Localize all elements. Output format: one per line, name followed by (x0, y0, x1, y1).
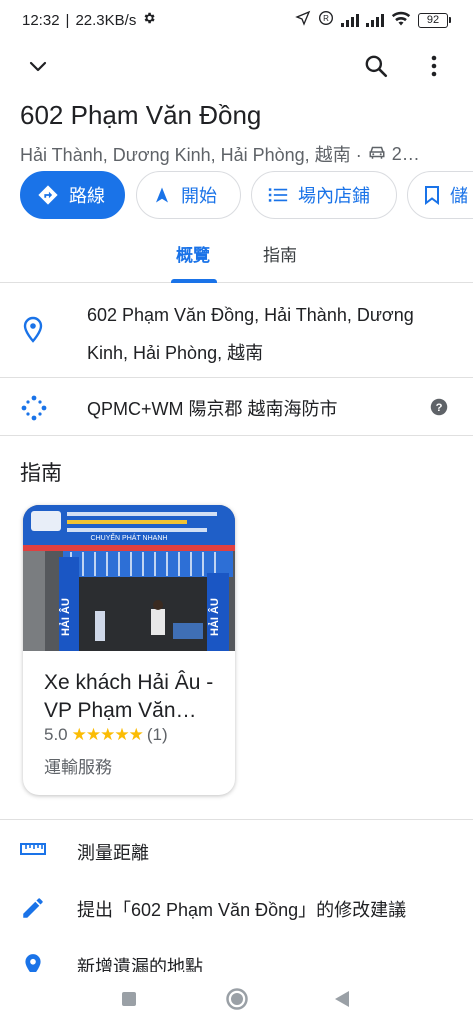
system-nav-bar (0, 972, 473, 1024)
suggest-edit-label: 提出「602 Phạm Văn Đồng」的修改建議 (77, 900, 407, 920)
place-locality: Hải Thành, Dương Kinh, Hải Phòng, 越南 · (20, 145, 362, 165)
home-circle-icon[interactable] (222, 984, 252, 1014)
pencil-icon (20, 895, 46, 926)
storefront-photo: CHUYỂN PHÁT NHANH HẢI ÂU HẢI ÂU (23, 505, 235, 651)
wifi-icon (391, 10, 411, 30)
place-subtitle: Hải Thành, Dương Kinh, Hải Phòng, 越南 · 2… (20, 141, 420, 167)
card-rating: 5.0 ★★★★★ (1) (44, 725, 168, 745)
directions-button[interactable]: 路線 (20, 171, 125, 219)
battery-icon: 92 (418, 12, 451, 28)
list-icon (268, 188, 288, 202)
plus-code-icon (20, 394, 48, 427)
signal-hd-icon (366, 13, 384, 27)
card-category: 運輸服務 (44, 758, 112, 777)
section-divider (0, 819, 473, 820)
status-time: 12:32 (22, 11, 60, 29)
tab-bar: 概覽 指南 (0, 227, 473, 283)
save-button[interactable]: 儲 (407, 171, 473, 219)
signal-icon (341, 13, 359, 27)
plus-code-row[interactable]: QPMC+WM 陽京郡 越南海防市 ? (0, 378, 473, 436)
directory-button[interactable]: 場內店鋪 (251, 171, 397, 219)
navigation-arrow-icon (156, 187, 168, 203)
address-row[interactable]: 602 Phạm Văn Đồng, Hải Thành, Dương Kinh… (0, 284, 473, 378)
registered-icon: R (318, 10, 334, 30)
recents-square-icon[interactable] (114, 984, 144, 1014)
bookmark-icon (425, 186, 439, 205)
rating-stars: ★★★★★ (71, 725, 144, 744)
more-options-icon[interactable] (414, 46, 454, 86)
guide-card[interactable]: CHUYỂN PHÁT NHANH HẢI ÂU HẢI ÂU Xe khách… (23, 505, 235, 795)
directory-label: 場內店鋪 (298, 186, 370, 206)
banner-text: CHUYỂN PHÁT NHANH (91, 533, 168, 542)
status-bar: 12:32 | 22.3KB/s R 92 (0, 0, 473, 40)
collapse-chevron-down-icon[interactable] (18, 46, 58, 86)
active-tab-indicator (171, 279, 217, 283)
tab-guide[interactable]: 指南 (263, 241, 297, 266)
status-speed: 22.3KB/s (75, 11, 137, 29)
suggest-edit-row[interactable]: 提出「602 Phạm Văn Đồng」的修改建議 (0, 879, 473, 935)
start-button[interactable]: 開始 (136, 171, 241, 219)
battery-level: 92 (418, 12, 448, 28)
status-separator: | (65, 11, 70, 29)
review-count: (1) (146, 725, 168, 744)
measure-distance-row[interactable]: 測量距離 (0, 822, 473, 878)
search-icon[interactable] (356, 46, 396, 86)
address-text: 602 Phạm Văn Đồng, Hải Thành, Dương Kinh… (87, 305, 414, 363)
top-app-bar (0, 42, 473, 94)
storefront-sign-left: HẢI ÂU (59, 598, 72, 636)
settings-gear-icon (142, 11, 156, 29)
car-icon (368, 144, 386, 165)
tab-overview[interactable]: 概覽 (176, 241, 210, 266)
drive-time: 2… (391, 143, 420, 164)
help-icon[interactable]: ? (430, 398, 448, 421)
measure-distance-label: 測量距離 (77, 843, 149, 863)
svg-text:?: ? (436, 402, 443, 414)
svg-text:R: R (323, 14, 329, 23)
card-title: Xe khách Hải Âu - VP Phạm Văn… (44, 671, 214, 722)
storefront-sign-right: HẢI ÂU (208, 598, 221, 636)
directions-icon (38, 185, 58, 205)
ruler-icon (20, 838, 46, 865)
action-chips: 路線 開始 場內店鋪 儲 (20, 171, 473, 219)
start-label: 開始 (181, 186, 217, 206)
plus-code-text: QPMC+WM 陽京郡 越南海防市 (87, 399, 338, 419)
location-arrow-icon (295, 10, 311, 30)
place-title: 602 Phạm Văn Đồng (20, 100, 262, 130)
guide-heading: 指南 (20, 462, 62, 485)
location-pin-icon (22, 316, 44, 349)
directions-label: 路線 (69, 186, 105, 206)
rating-value: 5.0 (44, 725, 68, 744)
back-triangle-icon[interactable] (327, 984, 357, 1014)
save-label: 儲 (450, 186, 468, 206)
